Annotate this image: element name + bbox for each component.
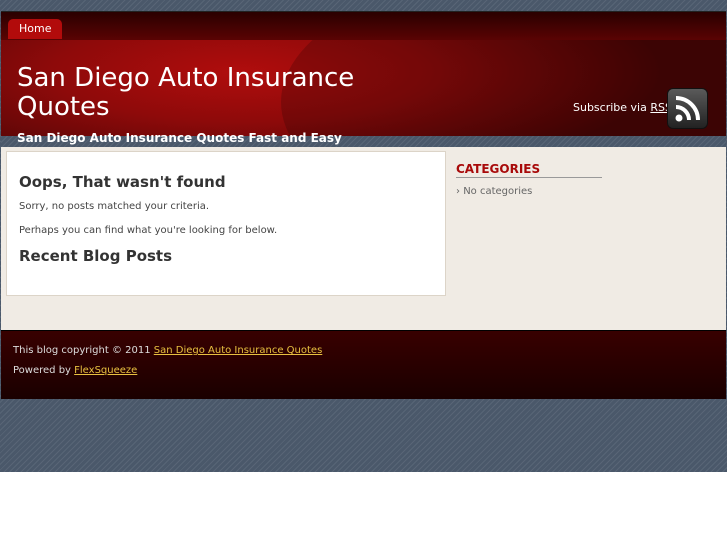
flexsqueeze-link[interactable]: FlexSqueeze: [74, 365, 137, 376]
copyright-prefix: This blog copyright © 2011: [13, 345, 151, 356]
site-title-line1: San Diego Auto Insurance: [17, 63, 355, 93]
nav-home-tab[interactable]: Home: [8, 19, 63, 39]
site-footer: This blog copyright © 2011 San Diego Aut…: [1, 330, 726, 399]
category-list-item: › No categories: [456, 186, 532, 197]
site-tagline: San Diego Auto Insurance Quotes Fast and…: [17, 131, 342, 145]
site-title-line2: Quotes: [17, 92, 110, 122]
not-found-heading: Oops, That wasn't found: [19, 173, 226, 191]
main-content: Oops, That wasn't found Sorry, no posts …: [6, 151, 446, 296]
not-found-message: Sorry, no posts matched your criteria.: [19, 201, 210, 212]
subscribe-text: Subscribe via RSS: [573, 101, 672, 114]
copyright-link[interactable]: San Diego Auto Insurance Quotes: [154, 345, 323, 356]
page-wrapper: Home San Diego Auto Insurance Quotes Sub…: [1, 11, 726, 399]
site-title[interactable]: San Diego Auto Insurance Quotes: [17, 64, 417, 122]
site-header: Home San Diego Auto Insurance Quotes Sub…: [1, 12, 726, 137]
recent-posts-heading: Recent Blog Posts: [19, 247, 173, 265]
search-suggestion: Perhaps you can find what you're looking…: [19, 225, 278, 236]
top-navbar: Home: [1, 12, 726, 40]
chevron-right-icon: ›: [456, 186, 460, 197]
subscribe-prefix: Subscribe via: [573, 101, 647, 114]
powered-by-prefix: Powered by: [13, 365, 71, 376]
category-label: No categories: [463, 186, 533, 197]
rss-icon[interactable]: [667, 88, 708, 129]
categories-heading: CATEGORIES: [456, 162, 602, 178]
powered-by-line: Powered by FlexSqueeze: [13, 365, 137, 376]
copyright-line: This blog copyright © 2011 San Diego Aut…: [13, 345, 322, 356]
